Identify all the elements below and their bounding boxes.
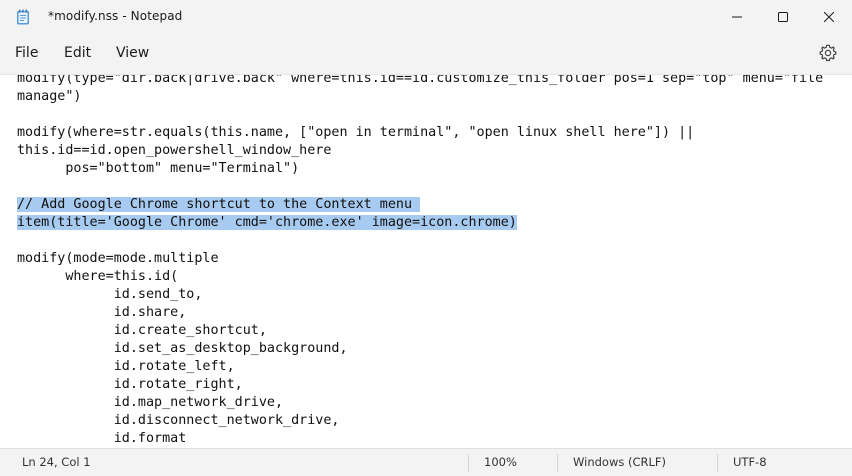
code-line: id.set_as_desktop_background, [17, 340, 823, 358]
encoding[interactable]: UTF-8 [733, 455, 767, 469]
code-line-text: id.set_as_desktop_background, [17, 341, 348, 356]
code-line: id.rotate_right, [17, 376, 823, 394]
code-line: where=this.id( [17, 268, 823, 286]
minimize-icon [732, 7, 742, 26]
code-line: this.id==id.open_powershell_window_here [17, 142, 823, 160]
notepad-icon [16, 9, 30, 25]
code-line: id.send_to, [17, 286, 823, 304]
code-line-text: id.rotate_left, [17, 359, 235, 374]
vertical-scrollbar[interactable] [840, 75, 852, 449]
gear-icon[interactable] [818, 43, 838, 63]
code-line-text: id.map_network_drive, [17, 395, 284, 410]
code-line: id.disconnect_network_drive, [17, 412, 823, 430]
code-line-text: where=this.id( [17, 269, 179, 284]
code-line: id.create_shortcut, [17, 322, 823, 340]
code-line: id.format [17, 430, 823, 448]
close-icon [823, 7, 835, 26]
menu-file[interactable]: File [15, 45, 38, 61]
code-line-text: id.share, [17, 305, 187, 320]
text-editor[interactable]: modify(type="dir.back|drive.back" where=… [0, 74, 852, 449]
code-line-text: id.format [17, 431, 187, 446]
code-line-text: item(title='Google Chrome' cmd='chrome.e… [17, 215, 517, 230]
code-line-text: // Add Google Chrome shortcut to the Con… [17, 197, 421, 212]
window-title: *modify.nss - Notepad [48, 9, 183, 23]
status-bar: Ln 24, Col 1 100% Windows (CRLF) UTF-8 [0, 448, 852, 476]
code-line: id.rotate_left, [17, 358, 823, 376]
code-line-text: id.rotate_right, [17, 377, 243, 392]
code-line-text: manage") [17, 89, 82, 104]
code-line: id.share, [17, 304, 823, 322]
close-button[interactable] [806, 0, 852, 32]
code-line: item(title='Google Chrome' cmd='chrome.e… [17, 214, 823, 232]
notepad-window: *modify.nss - Notepad File Edit View mod… [0, 0, 852, 476]
code-line: id.map_network_drive, [17, 394, 823, 412]
code-line: modify(mode=mode.multiple [17, 250, 823, 268]
code-line-text: modify(mode=mode.multiple [17, 251, 219, 266]
code-line: pos="bottom" menu="Terminal") [17, 160, 823, 178]
menu-bar: File Edit View [0, 38, 852, 70]
code-line-text: id.create_shortcut, [17, 323, 267, 338]
code-line-text: this.id==id.open_powershell_window_here [17, 143, 332, 158]
status-divider [557, 454, 558, 472]
maximize-button[interactable] [760, 0, 806, 32]
code-line-text: modify(where=str.equals(this.name, ["ope… [17, 125, 695, 140]
zoom-level[interactable]: 100% [484, 455, 517, 469]
code-line: modify(type="dir.back|drive.back" where=… [17, 74, 824, 88]
code-line-text: id.send_to, [17, 287, 203, 302]
menu-view[interactable]: View [116, 45, 149, 61]
status-divider [468, 454, 469, 472]
editor-content: modify(type="dir.back|drive.back" where=… [17, 74, 824, 448]
status-divider [717, 454, 718, 472]
maximize-icon [778, 7, 788, 26]
code-line: modify(where=str.equals(this.name, ["ope… [17, 124, 823, 142]
minimize-button[interactable] [714, 0, 760, 32]
menu-edit[interactable]: Edit [64, 45, 91, 61]
code-line: manage") [17, 88, 823, 106]
title-bar[interactable]: *modify.nss - Notepad [0, 0, 852, 34]
code-line: // Add Google Chrome shortcut to the Con… [17, 196, 823, 214]
line-ending[interactable]: Windows (CRLF) [573, 455, 666, 469]
code-line-text: modify(type="dir.back|drive.back" where=… [17, 74, 824, 86]
cursor-position: Ln 24, Col 1 [22, 455, 91, 469]
code-line-text: id.disconnect_network_drive, [17, 413, 340, 428]
code-line-text: pos="bottom" menu="Terminal") [17, 161, 300, 176]
